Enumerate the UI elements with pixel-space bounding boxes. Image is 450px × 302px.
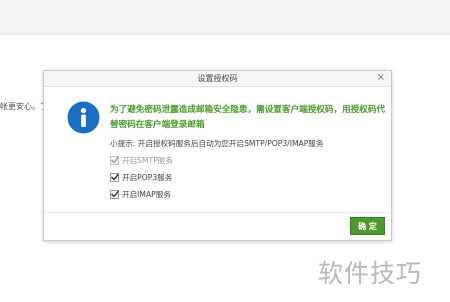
option-imap[interactable]: 开启IMAP服务 [110,189,171,200]
dialog-title: 设置授权码 [197,74,238,83]
watermark-text: 软件技巧 [318,259,423,288]
page-top-bar [0,0,450,34]
close-button[interactable]: × [377,72,385,84]
option-pop3[interactable]: 开启POP3服务 [110,172,172,183]
background-text: 帐更安心。了 [0,101,48,112]
checkbox-pop3[interactable] [110,173,120,182]
option-imap-label: 开启IMAP服务 [122,190,171,199]
dialog-titlebar: 设置授权码 × [44,71,391,87]
dialog-hint: 小提示: 开启授权码服务后自动为您开启SMTP/POP3/IMAP服务 [110,139,324,148]
option-smtp-label: 开启SMTP服务 [122,156,173,165]
checkbox-imap[interactable] [110,190,120,199]
option-pop3-label: 开启POP3服务 [122,173,173,182]
dialog-footer-divider [44,212,391,213]
info-icon [67,101,100,134]
checkbox-smtp [110,156,120,165]
confirm-button[interactable]: 确 定 [350,217,385,235]
background-text-label: 帐更安心。 [0,102,40,111]
auth-code-dialog: 设置授权码 × 为了避免密码泄露造成邮箱安全隐患，需设置客户端授权码，用授权码代… [43,70,392,241]
page-top-divider [0,34,450,35]
option-smtp: 开启SMTP服务 [110,155,173,166]
dialog-headline: 为了避免密码泄露造成邮箱安全隐患，需设置客户端授权码，用授权码代替密码在客户端登… [110,105,386,130]
